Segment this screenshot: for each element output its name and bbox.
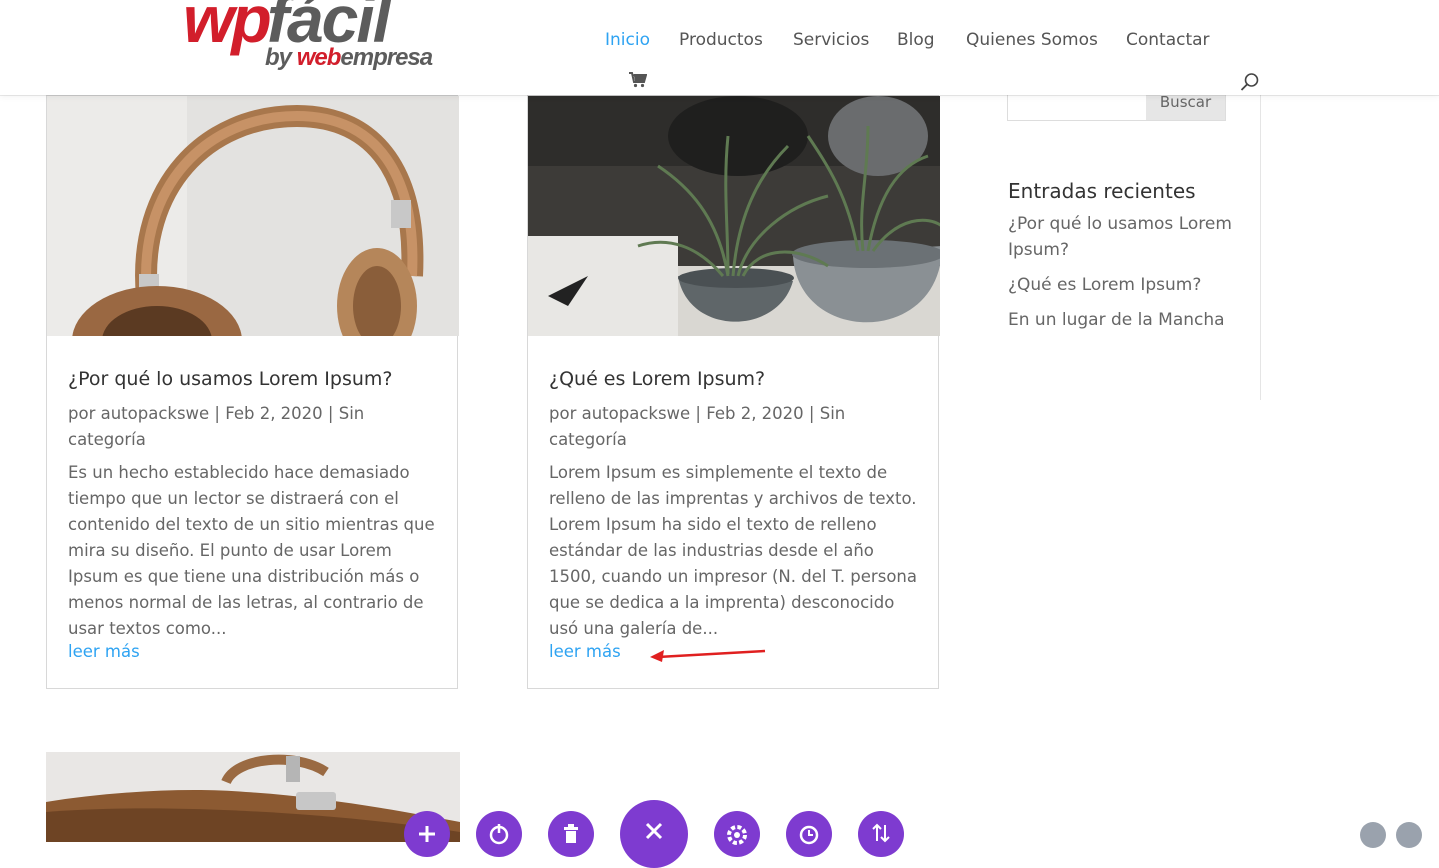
read-more-link[interactable]: leer más (549, 642, 621, 661)
post-image-plants[interactable] (528, 96, 940, 336)
nav-item-blog[interactable]: Blog (897, 30, 935, 50)
power-icon (489, 824, 509, 845)
nav-item-productos[interactable]: Productos (679, 30, 763, 50)
add-button[interactable] (404, 811, 450, 857)
settings-button[interactable] (714, 811, 760, 857)
recent-posts-title: Entradas recientes (1008, 179, 1196, 203)
cart-icon[interactable] (629, 72, 647, 88)
zoom-icon[interactable] (1360, 822, 1386, 848)
settings-icon (727, 825, 747, 845)
close-icon (645, 822, 663, 840)
annotation-arrow-icon (650, 649, 766, 662)
add-icon (419, 826, 435, 842)
search-icon[interactable] (1240, 72, 1260, 92)
post-title[interactable]: ¿Por qué lo usamos Lorem Ipsum? (68, 368, 392, 391)
site-header: wp fácil by webempresa Inicio Productos … (0, 0, 1439, 95)
recent-post-link[interactable]: ¿Qué es Lorem Ipsum? (1008, 272, 1238, 298)
nav-item-quienes-somos[interactable]: Quienes Somos (966, 30, 1098, 50)
nav-item-servicios[interactable]: Servicios (793, 30, 869, 50)
close-builder-button[interactable] (620, 800, 688, 868)
power-button[interactable] (476, 811, 522, 857)
recent-post-link[interactable]: ¿Por qué lo usamos Lorem Ipsum? (1008, 211, 1238, 263)
post-card: ¿Por qué lo usamos Lorem Ipsum? por auto… (46, 95, 459, 689)
post-title[interactable]: ¿Qué es Lorem Ipsum? (549, 368, 765, 391)
history-button[interactable] (786, 811, 832, 857)
sidebar-divider (1260, 95, 1261, 400)
post-image-suitcase[interactable] (46, 752, 460, 842)
trash-icon (564, 824, 578, 843)
main-nav: Inicio Productos Servicios Blog Quienes … (0, 30, 1439, 54)
post-excerpt: Lorem Ipsum es simplemente el texto de r… (549, 463, 917, 638)
nav-item-inicio[interactable]: Inicio (605, 30, 650, 50)
read-more-link[interactable]: leer más (68, 642, 140, 661)
nav-item-contactar[interactable]: Contactar (1126, 30, 1210, 50)
post-meta: por autopackswe | Feb 2, 2020 | Sin cate… (549, 404, 846, 449)
post-image-headphones[interactable] (47, 96, 459, 336)
post-excerpt: Es un hecho establecido hace demasiado t… (68, 463, 435, 638)
sort-icon (872, 823, 890, 843)
post-card: ¿Qué es Lorem Ipsum? por autopackswe | F… (527, 95, 940, 689)
portability-button[interactable] (858, 811, 904, 857)
history-icon (799, 825, 819, 845)
post-meta: por autopackswe | Feb 2, 2020 | Sin cate… (68, 404, 365, 449)
layers-icon[interactable] (1396, 822, 1422, 848)
recent-post-link[interactable]: En un lugar de la Mancha (1008, 307, 1238, 333)
delete-button[interactable] (548, 811, 594, 857)
